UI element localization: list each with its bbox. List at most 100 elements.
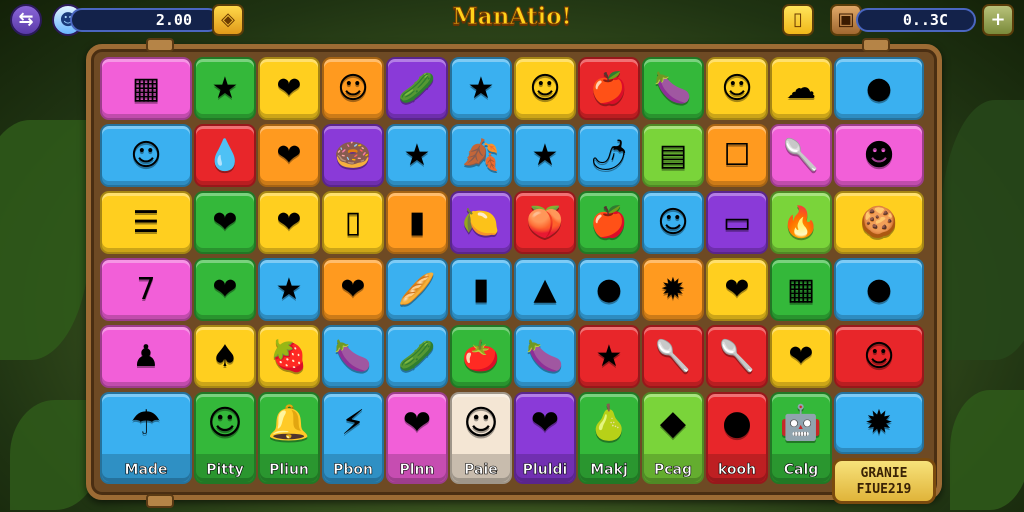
strawberry-icon: 🍓 — [270, 338, 308, 374]
tile[interactable]: 🥖 — [386, 258, 448, 321]
tile[interactable]: ❤ — [258, 57, 320, 120]
spoon-icon: 🥄 — [654, 338, 692, 374]
tile[interactable]: ★ — [386, 124, 448, 187]
tile[interactable]: ★ — [578, 325, 640, 388]
tile[interactable]: 🍓 — [258, 325, 320, 388]
face-icon: ☺ — [130, 137, 162, 173]
tile[interactable]: ● — [578, 258, 640, 321]
tile[interactable]: 7 — [100, 258, 192, 321]
score-value: 2.00 — [155, 11, 192, 29]
pause-button[interactable]: ▯ — [782, 4, 814, 36]
tile[interactable]: 🍑 — [514, 191, 576, 254]
tile[interactable]: ❤ — [322, 258, 384, 321]
tile[interactable]: ★ — [450, 57, 512, 120]
tile[interactable]: ⚡ Pbon — [322, 392, 384, 484]
tile[interactable]: 🥄 — [642, 325, 704, 388]
tile[interactable]: ☂ Made — [100, 392, 192, 484]
tile[interactable]: ★ — [258, 258, 320, 321]
tile[interactable]: ◆ Pcag — [642, 392, 704, 484]
tile[interactable]: ♟ — [100, 325, 192, 388]
face-icon: ☺ — [463, 403, 499, 443]
tile[interactable]: 🥄 — [770, 124, 832, 187]
tile[interactable]: ❤ — [194, 258, 256, 321]
tile[interactable]: 🥄 — [706, 325, 768, 388]
tile[interactable]: ☺ — [100, 124, 192, 187]
tile[interactable]: ● — [834, 258, 924, 321]
boost-button[interactable]: ◈ — [212, 4, 244, 36]
back-button[interactable]: ⇆ — [10, 4, 42, 36]
jungle-foliage-bottom-right — [950, 390, 1024, 510]
jar-icon: ☐ — [723, 137, 751, 173]
tile[interactable]: ♠ — [194, 325, 256, 388]
tile[interactable]: 🍩 — [322, 124, 384, 187]
tile[interactable]: ❤ — [258, 191, 320, 254]
tile[interactable]: ☺ — [642, 191, 704, 254]
tile[interactable]: ★ — [194, 57, 256, 120]
face-icon: ☺ — [863, 338, 895, 374]
tile[interactable]: ▲ — [514, 258, 576, 321]
tile[interactable]: ☺ — [514, 57, 576, 120]
tile[interactable]: 🍐 Makj — [578, 392, 640, 484]
tile[interactable]: ● — [834, 57, 924, 120]
tile[interactable]: ❤ Plnn — [386, 392, 448, 484]
tile-label: Pluldi — [522, 462, 568, 479]
tile[interactable]: ☐ — [706, 124, 768, 187]
treasure-chest-icon: ▣ — [837, 9, 855, 30]
tile[interactable]: ❤ — [706, 258, 768, 321]
tile[interactable]: 🍅 — [450, 325, 512, 388]
tile[interactable]: ▦ — [770, 258, 832, 321]
tile[interactable]: ▮ — [386, 191, 448, 254]
tile[interactable]: 🍎 — [578, 57, 640, 120]
tile[interactable]: 🍂 — [450, 124, 512, 187]
tile[interactable]: 🍪 — [834, 191, 924, 254]
game-badge[interactable]: GRANIE FIUE219 — [832, 458, 936, 504]
tile[interactable]: 🤖 Calg — [770, 392, 832, 484]
card-icon: ◆ — [659, 403, 687, 443]
jungle-foliage-left — [0, 120, 90, 360]
tile[interactable]: ☁ — [770, 57, 832, 120]
tile[interactable]: ☺ Pitty — [194, 392, 256, 484]
blob-icon: ● — [865, 271, 893, 307]
tile[interactable]: ▤ — [642, 124, 704, 187]
seven-icon: 7 — [136, 271, 156, 307]
tile[interactable]: 🔔 Pliun — [258, 392, 320, 484]
tile[interactable]: 🌶 — [578, 124, 640, 187]
tile[interactable]: ✹ — [642, 258, 704, 321]
tile[interactable]: 🍆 — [322, 325, 384, 388]
tile[interactable]: 🍋 — [450, 191, 512, 254]
tile[interactable]: 🥒 — [386, 57, 448, 120]
tile[interactable]: ▦ — [100, 57, 192, 120]
tile[interactable]: 🔥 — [770, 191, 832, 254]
apple-icon: 🍎 — [590, 204, 628, 240]
tile[interactable]: 🍎 — [578, 191, 640, 254]
tile[interactable]: 🍆 — [514, 325, 576, 388]
tile[interactable]: ❤ — [258, 124, 320, 187]
flame-icon: 🔥 — [782, 204, 820, 240]
tile[interactable]: ● kooh — [706, 392, 768, 484]
tile[interactable]: 🍆 — [642, 57, 704, 120]
lemon-icon: 🍋 — [462, 204, 500, 240]
tile[interactable]: ☺ — [834, 325, 924, 388]
tile[interactable]: ❤ Pluldi — [514, 392, 576, 484]
tile[interactable]: ☰ — [100, 191, 192, 254]
tile[interactable]: ☺ — [322, 57, 384, 120]
tile[interactable]: ☻ — [834, 124, 924, 187]
tile[interactable]: ❤ — [770, 325, 832, 388]
heart-icon: ❤ — [402, 403, 432, 443]
tile[interactable]: 💧 — [194, 124, 256, 187]
tile[interactable]: 🥒 — [386, 325, 448, 388]
tile[interactable]: ★ — [514, 124, 576, 187]
tile[interactable]: ▯ — [322, 191, 384, 254]
tile[interactable]: ☺ Paie — [450, 392, 512, 484]
tile-label: Plnn — [399, 462, 435, 479]
tile[interactable]: ✹ — [834, 392, 924, 454]
tile[interactable]: ☺ — [706, 57, 768, 120]
add-coins-button[interactable]: + — [982, 4, 1014, 36]
plus-icon: + — [990, 9, 1006, 30]
box-icon: ▤ — [658, 137, 688, 173]
tile[interactable]: ▭ — [706, 191, 768, 254]
tile[interactable]: ❤ — [194, 191, 256, 254]
star-icon: ★ — [403, 137, 431, 173]
tile[interactable]: ▮ — [450, 258, 512, 321]
bubble-icon: ● — [595, 271, 623, 307]
